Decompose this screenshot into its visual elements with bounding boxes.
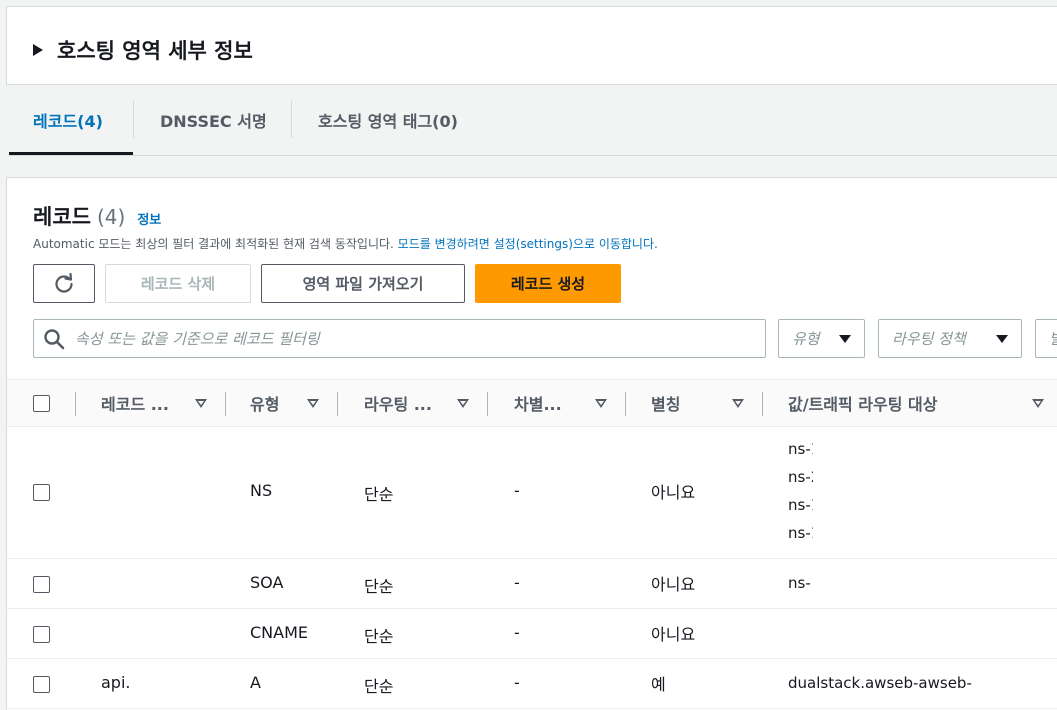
record-routing-policy: 단순 xyxy=(364,677,394,696)
column-header-value[interactable]: 값/트래픽 라우팅 대상 xyxy=(788,380,937,426)
record-alias: 아니요 xyxy=(651,625,696,644)
hosted-zone-details-panel: 호스팅 영역 세부 정보 xyxy=(6,6,1057,85)
record-name: api. xyxy=(101,673,131,692)
caret-right-icon xyxy=(33,44,43,56)
sort-icon[interactable] xyxy=(595,399,607,408)
record-value: ns-1 ns-2 ns-1 ns-1 xyxy=(788,440,813,552)
hosted-zone-details-title: 호스팅 영역 세부 정보 xyxy=(57,39,253,63)
record-value-line: ns-1 xyxy=(788,524,813,542)
search-icon xyxy=(44,328,65,349)
column-header-routing-policy[interactable]: 라우팅 ... xyxy=(364,380,432,426)
type-filter-select[interactable]: 유형 xyxy=(778,319,865,358)
record-alias: 아니요 xyxy=(651,575,696,594)
column-divider xyxy=(762,392,763,416)
row-checkbox[interactable] xyxy=(33,484,50,501)
records-panel: 레코드 (4) 정보 Automatic 모드는 최상의 필터 결과에 최적화된… xyxy=(6,177,1057,710)
records-title: 레코드 xyxy=(33,205,91,229)
records-table-header: 레코드 ... 유형 라우팅 ... 차별... 별칭 값/트래픽 라우팅 대상 xyxy=(7,379,1057,427)
row-checkbox[interactable] xyxy=(33,626,50,643)
search-input[interactable] xyxy=(75,329,725,348)
tab-records[interactable]: 레코드(4) xyxy=(33,86,103,154)
routing-policy-filter-label: 라우팅 정책 xyxy=(892,330,966,348)
column-header-type[interactable]: 유형 xyxy=(250,380,279,426)
record-alias: 예 xyxy=(651,675,666,694)
column-divider xyxy=(487,392,488,416)
record-type: NS xyxy=(250,481,273,500)
alias-filter-select[interactable]: 별 xyxy=(1035,319,1057,358)
tab-divider xyxy=(133,100,134,138)
record-value-line: ns-1 xyxy=(788,440,813,458)
refresh-button[interactable] xyxy=(33,264,95,303)
refresh-icon xyxy=(55,272,73,293)
record-differentiator: - xyxy=(514,573,520,592)
record-value-line: ns-2 xyxy=(788,468,813,486)
column-header-differentiator[interactable]: 차별... xyxy=(514,380,562,426)
record-type: CNAME xyxy=(250,623,308,642)
record-alias: 아니요 xyxy=(651,483,696,502)
column-divider xyxy=(337,392,338,416)
record-routing-policy: 단순 xyxy=(364,577,394,596)
tab-divider xyxy=(291,100,292,138)
sort-icon[interactable] xyxy=(457,399,469,408)
record-type: SOA xyxy=(250,573,284,592)
record-filter-search[interactable] xyxy=(33,319,766,358)
column-header-record-name[interactable]: 레코드 ... xyxy=(101,380,169,426)
tab-hosted-zone-tags[interactable]: 호스팅 영역 태그(0) xyxy=(318,86,458,154)
record-type: A xyxy=(250,673,261,692)
column-divider xyxy=(75,392,76,416)
sort-icon[interactable] xyxy=(307,399,319,408)
record-routing-policy: 단순 xyxy=(364,485,394,504)
hosted-zone-details-toggle[interactable]: 호스팅 영역 세부 정보 xyxy=(33,35,253,65)
record-differentiator: - xyxy=(514,673,520,692)
record-value-line: ns-1 xyxy=(788,496,813,514)
column-divider xyxy=(225,392,226,416)
search-mode-description: Automatic 모드는 최상의 필터 결과에 최적화된 현재 검색 동작입니… xyxy=(33,235,658,252)
record-routing-policy: 단순 xyxy=(364,627,394,646)
tab-bar: 레코드(4) DNSSEC 서명 호스팅 영역 태그(0) xyxy=(9,86,1057,156)
type-filter-label: 유형 xyxy=(792,330,820,348)
sort-icon[interactable] xyxy=(1032,399,1044,408)
records-count: (4) xyxy=(96,205,126,229)
settings-link[interactable]: 모드를 변경하려면 설정(settings)으로 이동합니다. xyxy=(398,237,658,251)
sort-icon[interactable] xyxy=(732,399,744,408)
select-all-checkbox[interactable] xyxy=(33,395,50,412)
active-tab-indicator xyxy=(9,152,133,155)
info-link[interactable]: 정보 xyxy=(137,209,161,228)
chevron-down-icon xyxy=(839,335,851,343)
chevron-down-icon xyxy=(996,335,1008,343)
record-differentiator: - xyxy=(514,623,520,642)
routing-policy-filter-select[interactable]: 라우팅 정책 xyxy=(878,319,1022,358)
row-checkbox[interactable] xyxy=(33,576,50,593)
create-record-button[interactable]: 레코드 생성 xyxy=(475,264,621,303)
column-header-alias[interactable]: 별칭 xyxy=(651,380,680,426)
import-zone-file-button[interactable]: 영역 파일 가져오기 xyxy=(261,264,465,303)
delete-record-button[interactable]: 레코드 삭제 xyxy=(105,264,251,303)
record-differentiator: - xyxy=(514,481,520,500)
record-value: dualstack.awseb-awseb- xyxy=(788,674,972,692)
table-row[interactable]: SOA 단순 - 아니요 ns- xyxy=(7,559,1057,609)
row-checkbox[interactable] xyxy=(33,676,50,693)
table-row[interactable]: CNAME 단순 - 아니요 xyxy=(7,609,1057,659)
alias-filter-label: 별 xyxy=(1049,328,1057,349)
record-value: ns- xyxy=(788,574,811,592)
sort-icon[interactable] xyxy=(195,399,207,408)
tab-dnssec-signing[interactable]: DNSSEC 서명 xyxy=(160,86,267,154)
column-divider xyxy=(625,392,626,416)
description-text: Automatic 모드는 최상의 필터 결과에 최적화된 현재 검색 동작입니… xyxy=(33,237,394,251)
table-row[interactable]: api. A 단순 - 예 dualstack.awseb-awseb- xyxy=(7,659,1057,709)
records-heading: 레코드 (4) 정보 xyxy=(33,201,161,231)
table-row[interactable]: NS 단순 - 아니요 ns-1 ns-2 ns-1 ns-1 xyxy=(7,427,1057,559)
